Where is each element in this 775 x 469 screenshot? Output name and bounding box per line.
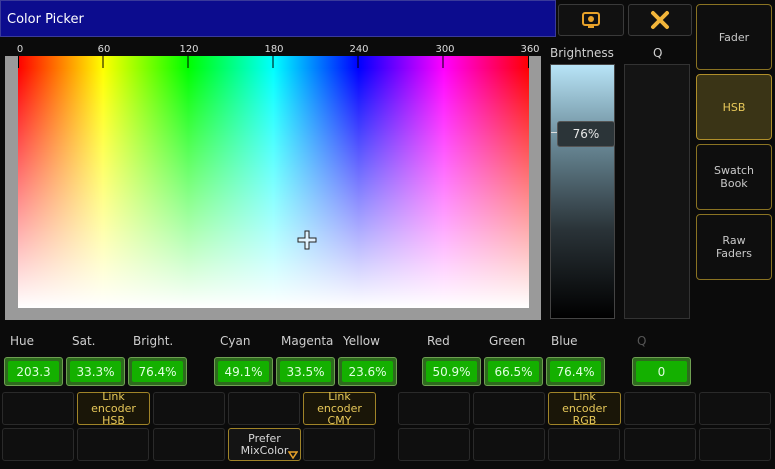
green-label: Green bbox=[489, 334, 526, 348]
close-button[interactable] bbox=[628, 4, 692, 36]
sidebar-item-raw-faders[interactable]: Raw Faders bbox=[696, 214, 772, 280]
prefer-mixcolor-button[interactable]: Prefer MixColor bbox=[228, 428, 301, 461]
link-encoder-rgb-button[interactable]: Link encoder RGB bbox=[548, 389, 621, 427]
sidebar-item-label: HSB bbox=[722, 100, 746, 114]
hue-tick: 360 bbox=[520, 44, 540, 55]
empty-cell[interactable] bbox=[228, 392, 300, 425]
q-readout-label: Q bbox=[637, 334, 647, 348]
title-bar: Color Picker bbox=[0, 0, 556, 37]
blue-value[interactable]: 76.4% bbox=[546, 357, 605, 386]
cyan-value[interactable]: 49.1% bbox=[214, 357, 273, 386]
screen-button[interactable] bbox=[558, 4, 624, 36]
magenta-value[interactable]: 33.5% bbox=[276, 357, 335, 386]
sat-value-text: 33.3% bbox=[70, 361, 121, 382]
q-value-text: 0 bbox=[636, 361, 687, 382]
bright-label: Bright. bbox=[133, 334, 174, 348]
close-icon bbox=[651, 11, 669, 29]
hue-tick: 120 bbox=[179, 44, 199, 55]
crosshair-icon[interactable] bbox=[297, 230, 317, 250]
cyan-value-text: 49.1% bbox=[218, 361, 269, 382]
hue-tick: 180 bbox=[264, 44, 284, 55]
empty-cell[interactable] bbox=[699, 428, 771, 461]
empty-cell[interactable] bbox=[398, 392, 470, 425]
red-label: Red bbox=[427, 334, 450, 348]
hue-label: Hue bbox=[10, 334, 35, 348]
hue-tick: 0 bbox=[16, 44, 24, 55]
empty-cell[interactable] bbox=[77, 428, 149, 461]
cyan-label: Cyan bbox=[220, 334, 251, 348]
screen-icon bbox=[582, 12, 600, 28]
red-value-text: 50.9% bbox=[426, 361, 477, 382]
q-label: Q bbox=[653, 46, 663, 60]
yellow-value[interactable]: 23.6% bbox=[338, 357, 397, 386]
empty-cell[interactable] bbox=[473, 392, 545, 425]
hue-tick: 300 bbox=[435, 44, 455, 55]
red-value[interactable]: 50.9% bbox=[422, 357, 481, 386]
blue-label: Blue bbox=[551, 334, 578, 348]
brightness-value[interactable]: 76% bbox=[557, 121, 615, 147]
window-title: Color Picker bbox=[7, 12, 84, 27]
sidebar-item-swatch-book[interactable]: Swatch Book bbox=[696, 144, 772, 210]
magenta-value-text: 33.5% bbox=[280, 361, 331, 382]
brightness-label: Brightness bbox=[550, 46, 614, 60]
empty-cell[interactable] bbox=[473, 428, 545, 461]
link-encoder-rgb-label: Link encoder RGB bbox=[562, 389, 607, 427]
q-value[interactable]: 0 bbox=[632, 357, 691, 386]
hue-ruler: 0 60 120 180 240 300 360 bbox=[5, 44, 543, 56]
sidebar-item-label: Fader bbox=[718, 30, 750, 44]
sidebar-item-hsb[interactable]: HSB bbox=[696, 74, 772, 140]
green-value-text: 66.5% bbox=[488, 361, 539, 382]
sidebar-item-label: Swatch Book bbox=[713, 164, 755, 190]
link-encoder-hsb-label: Link encoder HSB bbox=[91, 389, 136, 427]
link-encoder-cmy-label: Link encoder CMY bbox=[317, 389, 362, 427]
color-spectrum[interactable] bbox=[5, 56, 541, 320]
magenta-label: Magenta bbox=[281, 334, 334, 348]
green-value[interactable]: 66.5% bbox=[484, 357, 543, 386]
prefer-mixcolor-label: Prefer MixColor bbox=[240, 431, 289, 457]
q-slider[interactable] bbox=[624, 64, 690, 319]
blue-value-text: 76.4% bbox=[550, 361, 601, 382]
sat-value[interactable]: 33.3% bbox=[66, 357, 125, 386]
dropdown-triangle-icon bbox=[288, 451, 298, 459]
empty-cell[interactable] bbox=[153, 428, 225, 461]
sidebar-item-label: Raw Faders bbox=[715, 234, 753, 260]
hue-tick: 60 bbox=[97, 44, 111, 55]
empty-cell[interactable] bbox=[624, 428, 696, 461]
link-encoder-hsb-button[interactable]: Link encoder HSB bbox=[77, 389, 150, 427]
saturation-hue-field[interactable] bbox=[18, 68, 529, 308]
hue-value-text: 203.3 bbox=[8, 361, 59, 382]
empty-cell[interactable] bbox=[398, 428, 470, 461]
hue-strip bbox=[18, 56, 529, 68]
empty-cell[interactable] bbox=[624, 392, 696, 425]
yellow-label: Yellow bbox=[343, 334, 380, 348]
brightness-slider[interactable]: 76% bbox=[550, 64, 615, 319]
hue-tick: 240 bbox=[349, 44, 369, 55]
bright-value[interactable]: 76.4% bbox=[128, 357, 187, 386]
link-encoder-cmy-button[interactable]: Link encoder CMY bbox=[303, 389, 376, 427]
yellow-value-text: 23.6% bbox=[342, 361, 393, 382]
sat-label: Sat. bbox=[72, 334, 96, 348]
bright-value-text: 76.4% bbox=[132, 361, 183, 382]
sidebar-item-fader[interactable]: Fader bbox=[696, 4, 772, 70]
empty-cell[interactable] bbox=[699, 392, 771, 425]
hue-value[interactable]: 203.3 bbox=[4, 357, 63, 386]
empty-cell[interactable] bbox=[153, 392, 225, 425]
empty-cell[interactable] bbox=[2, 428, 74, 461]
empty-cell[interactable] bbox=[303, 428, 375, 461]
empty-cell[interactable] bbox=[2, 392, 74, 425]
empty-cell[interactable] bbox=[548, 428, 620, 461]
